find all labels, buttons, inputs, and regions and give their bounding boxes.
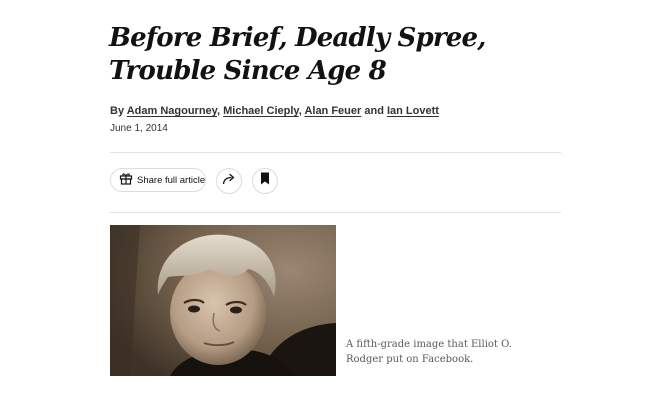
- share-button-label: Share full article: [137, 174, 206, 186]
- publish-date: June 1, 2014: [110, 123, 168, 134]
- byline-prefix: By: [110, 105, 125, 117]
- share-full-article-button[interactable]: Share full article: [110, 168, 206, 192]
- share-arrow-icon: [222, 172, 236, 190]
- author-link-3[interactable]: Alan Feuer: [304, 105, 361, 117]
- author-link-1[interactable]: Adam Nagourney: [127, 105, 217, 117]
- byline-separator-2: ,: [298, 105, 302, 117]
- photo-caption: A fifth-grade image that Elliot O. Rodge…: [346, 339, 512, 365]
- divider-bottom: [110, 212, 561, 213]
- article-photo: [110, 225, 336, 376]
- save-article-button[interactable]: [252, 168, 278, 194]
- gift-icon: [119, 171, 133, 190]
- article-headline: Before Brief, Deadly Spree, Trouble Sinc…: [109, 23, 486, 86]
- article-page: Before Brief, Deadly Spree, Trouble Sinc…: [0, 0, 649, 409]
- byline: By Adam Nagourney, Michael Cieply, Alan …: [110, 105, 439, 117]
- byline-conjunction: and: [364, 105, 384, 117]
- divider-top: [110, 152, 561, 153]
- byline-separator-1: ,: [216, 105, 221, 117]
- author-link-4[interactable]: Ian Lovett: [387, 105, 439, 117]
- bookmark-icon: [260, 172, 270, 190]
- share-button[interactable]: [216, 168, 242, 194]
- author-link-2[interactable]: Michael Cieply: [223, 105, 299, 117]
